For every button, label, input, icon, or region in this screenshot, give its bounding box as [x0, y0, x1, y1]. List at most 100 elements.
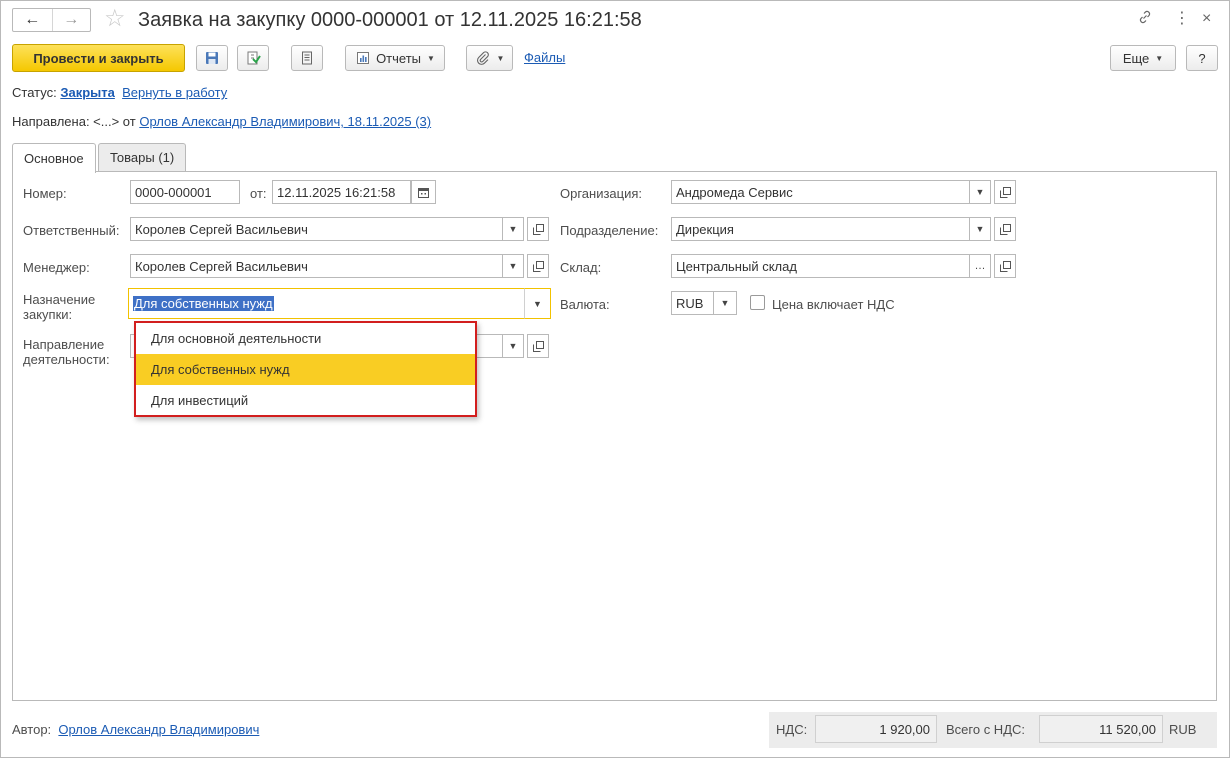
manager-open-button[interactable] [527, 254, 549, 278]
chevron-down-icon: ▼ [975, 187, 985, 197]
open-window-icon [532, 223, 544, 235]
warehouse-label: Склад: [560, 260, 602, 275]
vat-included-label: Цена включает НДС [772, 297, 895, 312]
vat-included-checkbox[interactable] [750, 295, 765, 310]
main-tab-panel [12, 171, 1217, 701]
number-label: Номер: [23, 186, 67, 201]
purpose-dropdown-button[interactable]: ▼ [524, 288, 551, 319]
author-label: Автор: [12, 722, 52, 737]
history-nav: ← → [12, 8, 91, 32]
purpose-selected-value: Для собственных нужд [133, 296, 274, 311]
arrow-right-icon: → [63, 11, 80, 28]
total-currency-label: RUB [1169, 722, 1197, 737]
status-row: Статус: Закрыта Вернуть в работу [12, 85, 227, 100]
department-label: Подразделение: [560, 223, 659, 238]
purpose-option[interactable]: Для основной деятельности [136, 323, 475, 354]
arrow-left-icon: ← [24, 11, 41, 28]
calendar-button[interactable] [411, 180, 436, 204]
ellipsis-icon: … [974, 260, 986, 272]
direction-open-button[interactable] [527, 334, 549, 358]
report-icon [357, 52, 370, 64]
manager-label: Менеджер: [23, 260, 90, 275]
open-window-icon [999, 260, 1011, 272]
more-vertical-icon[interactable]: ⋮ [1174, 9, 1190, 29]
back-button[interactable]: ← [13, 9, 52, 31]
manager-field[interactable]: Королев Сергей Васильевич [130, 254, 503, 278]
help-button[interactable]: ? [1186, 45, 1218, 71]
return-to-work-link[interactable]: Вернуть в работу [122, 85, 227, 100]
organization-field[interactable]: Андромеда Сервис [671, 180, 970, 204]
open-window-icon [999, 186, 1011, 198]
chevron-down-icon: ▼ [533, 298, 542, 309]
warehouse-open-button[interactable] [994, 254, 1016, 278]
floppy-disk-icon [206, 52, 218, 64]
files-link[interactable]: Файлы [524, 50, 565, 65]
post-document-icon [247, 51, 261, 65]
direction-label-line2: деятельности: [23, 352, 110, 367]
tab-goods[interactable]: Товары (1) [98, 143, 187, 171]
purpose-label-line1: Назначение [23, 292, 96, 307]
tab-main[interactable]: Основное [12, 143, 96, 173]
purpose-option[interactable]: Для инвестиций [136, 385, 475, 416]
chevron-down-icon: ▼ [427, 53, 435, 63]
more-actions-button[interactable]: Еще ▼ [1110, 45, 1176, 71]
date-label: от: [250, 186, 267, 201]
organization-label: Организация: [560, 186, 643, 201]
chevron-down-icon: ▼ [508, 341, 518, 351]
chevron-down-icon: ▼ [508, 261, 518, 271]
status-label: Статус: [12, 85, 57, 100]
forward-button[interactable]: → [51, 9, 91, 31]
department-open-button[interactable] [994, 217, 1016, 241]
responsible-open-button[interactable] [527, 217, 549, 241]
reports-label: Отчеты [376, 50, 421, 66]
responsible-label: Ответственный: [23, 223, 120, 238]
post-button[interactable] [237, 45, 269, 71]
chevron-down-icon: ▼ [720, 298, 730, 308]
status-value-link[interactable]: Закрыта [60, 85, 115, 100]
currency-field[interactable]: RUB [671, 291, 714, 315]
purpose-dropdown-list: Для основной деятельности Для собственны… [134, 321, 477, 417]
currency-dropdown-button[interactable]: ▼ [714, 291, 737, 315]
paperclip-icon [476, 51, 489, 65]
journal-button[interactable] [291, 45, 323, 71]
document-window: ← → ☆ Заявка на закупку 0000-000001 от 1… [0, 0, 1230, 758]
purpose-option-selected[interactable]: Для собственных нужд [136, 354, 475, 385]
direction-dropdown-button[interactable]: ▼ [503, 334, 524, 358]
routed-row: Направлена: <...> от Орлов Александр Вла… [12, 114, 431, 129]
direction-label-line1: Направление [23, 337, 105, 352]
department-field[interactable]: Дирекция [671, 217, 970, 241]
chevron-down-icon: ▼ [508, 224, 518, 234]
routed-label: Направлена: <...> от [12, 114, 136, 129]
number-field[interactable]: 0000-000001 [130, 180, 240, 204]
warehouse-select-button[interactable]: … [970, 254, 991, 278]
vat-label: НДС: [776, 722, 808, 737]
favorite-star-icon[interactable]: ☆ [104, 7, 126, 31]
author-row: Автор: Орлов Александр Владимирович [12, 722, 259, 737]
total-amount-field: 11 520,00 [1039, 715, 1163, 743]
chevron-down-icon: ▼ [975, 224, 985, 234]
open-window-icon [999, 223, 1011, 235]
list-document-icon [302, 51, 312, 65]
open-window-icon [532, 260, 544, 272]
save-button[interactable] [196, 45, 228, 71]
close-icon[interactable]: × [1202, 9, 1211, 29]
responsible-dropdown-button[interactable]: ▼ [503, 217, 524, 241]
more-actions-label: Еще [1122, 50, 1150, 66]
date-field[interactable]: 12.11.2025 16:21:58 [272, 180, 411, 204]
author-link[interactable]: Орлов Александр Владимирович [58, 722, 259, 737]
attachments-button[interactable]: ▼ [466, 45, 513, 71]
routed-author-link[interactable]: Орлов Александр Владимирович, 18.11.2025… [139, 114, 431, 129]
organization-open-button[interactable] [994, 180, 1016, 204]
post-and-close-button[interactable]: Провести и закрыть [12, 44, 185, 72]
organization-dropdown-button[interactable]: ▼ [970, 180, 991, 204]
department-dropdown-button[interactable]: ▼ [970, 217, 991, 241]
purpose-field[interactable]: Для собственных нужд [128, 288, 525, 319]
responsible-field[interactable]: Королев Сергей Васильевич [130, 217, 503, 241]
warehouse-field[interactable]: Центральный склад [671, 254, 970, 278]
purpose-label-line2: закупки: [23, 307, 73, 322]
calendar-icon [418, 187, 429, 198]
link-icon[interactable] [1137, 9, 1153, 30]
manager-dropdown-button[interactable]: ▼ [503, 254, 524, 278]
reports-button[interactable]: Отчеты ▼ [345, 45, 445, 71]
open-window-icon [532, 340, 544, 352]
